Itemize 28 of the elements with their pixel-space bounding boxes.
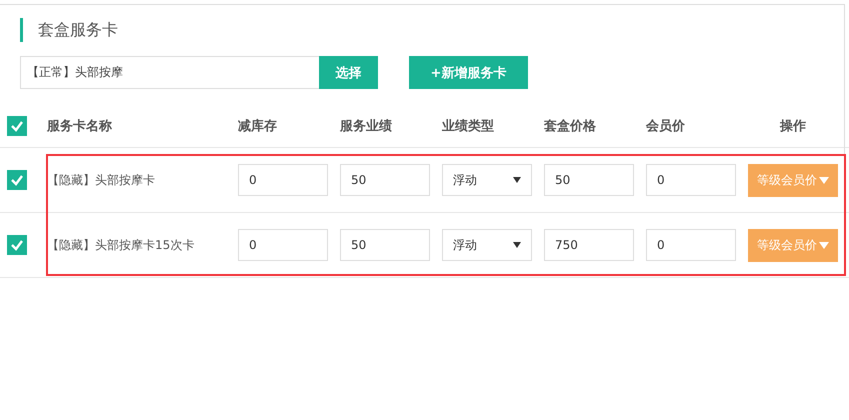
column-header: 套盒价格	[544, 118, 597, 135]
section-title: 套盒服务卡	[20, 18, 118, 42]
caret-icon	[513, 177, 521, 183]
package-price-field[interactable]: 50	[544, 164, 634, 196]
member-price-field[interactable]: 0	[646, 229, 736, 261]
checkbox[interactable]	[7, 235, 27, 255]
caret-icon	[513, 242, 521, 248]
checkbox[interactable]	[7, 116, 27, 136]
service-card-name: 【隐藏】头部按摩卡	[47, 172, 156, 188]
caret-icon	[819, 176, 829, 184]
column-header: 服务业绩	[340, 118, 393, 135]
service-card-name: 【隐藏】头部按摩卡15次卡	[47, 236, 196, 254]
performance-type-dropdown[interactable]: 浮动	[442, 229, 532, 261]
caret-icon	[819, 242, 829, 248]
package-price-field[interactable]: 750	[544, 229, 634, 261]
column-header: 操作	[778, 118, 807, 135]
performance-type-dropdown[interactable]: 浮动	[442, 164, 532, 196]
checkbox[interactable]	[7, 170, 27, 190]
column-header: 会员价	[646, 118, 686, 135]
performance-field[interactable]: 50	[340, 229, 430, 261]
stock-field[interactable]: 0	[238, 164, 328, 196]
column-header: 业绩类型	[442, 118, 495, 135]
column-header: 减库存	[238, 118, 278, 135]
performance-field[interactable]: 50	[340, 164, 430, 196]
stock-field[interactable]: 0	[238, 229, 328, 261]
service-picker-field[interactable]: 【正常】头部按摩	[20, 56, 319, 89]
column-header: 服务卡名称	[47, 118, 113, 135]
member-price-field[interactable]: 0	[646, 164, 736, 196]
